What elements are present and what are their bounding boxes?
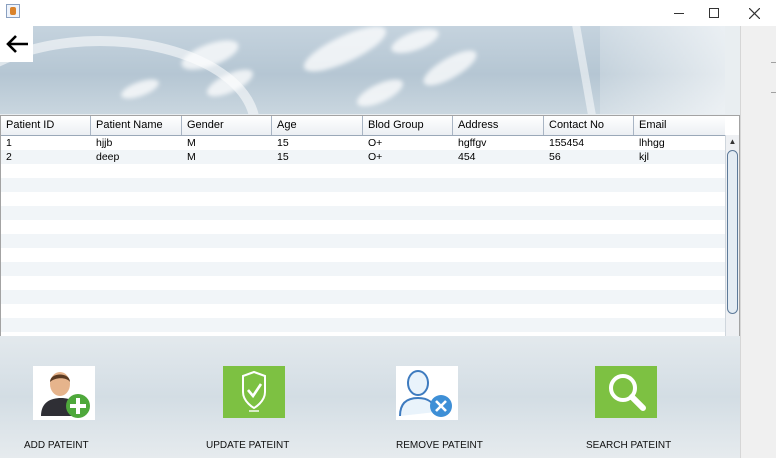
back-button[interactable] (0, 26, 33, 62)
scroll-up-icon[interactable]: ▲ (726, 136, 739, 148)
window-edge (740, 26, 776, 458)
add-user-icon (33, 366, 95, 420)
update-patient-label[interactable]: UPDATE PATEINT (206, 440, 289, 451)
column-header-age[interactable]: Age (272, 116, 363, 135)
patient-table: Patient ID Patient Name Gender Age Blod … (0, 115, 740, 361)
cell-blood-group: O+ (368, 151, 383, 163)
table-row[interactable]: 1 hjjb M 15 O+ hgffgv 155454 lhhgg (1, 136, 725, 150)
cell-address: hgffgv (458, 137, 487, 149)
remove-patient-button[interactable] (396, 366, 458, 420)
java-app-icon (6, 4, 20, 18)
close-button[interactable] (735, 0, 773, 26)
empty-row (1, 262, 725, 276)
column-header-blood-group[interactable]: Blod Group (363, 116, 453, 135)
column-header-email[interactable]: Email (634, 116, 725, 135)
cell-contact-no: 56 (549, 151, 561, 163)
close-icon (748, 7, 760, 19)
empty-row (1, 234, 725, 248)
scrollbar-thumb[interactable] (727, 150, 738, 314)
arrow-left-icon (5, 35, 28, 53)
column-header-patient-name[interactable]: Patient Name (91, 116, 182, 135)
add-patient-label[interactable]: ADD PATEINT (24, 440, 89, 451)
empty-row (1, 304, 725, 318)
empty-row (1, 248, 725, 262)
column-header-contact-no[interactable]: Contact No (544, 116, 634, 135)
minimize-icon (674, 13, 684, 14)
remove-user-icon (396, 366, 458, 420)
search-icon (595, 366, 657, 418)
main-panel: Patient ID Patient Name Gender Age Blod … (0, 26, 740, 458)
empty-row (1, 290, 725, 304)
update-check-icon (223, 366, 285, 418)
update-patient-button[interactable] (223, 366, 285, 418)
header-banner-image (0, 26, 725, 114)
remove-patient-label[interactable]: REMOVE PATEINT (396, 440, 483, 451)
cell-patient-name: hjjb (96, 137, 113, 149)
cell-contact-no: 155454 (549, 137, 585, 149)
maximize-icon (709, 8, 719, 18)
empty-row (1, 178, 725, 192)
vertical-scrollbar[interactable]: ▲ ▼ (725, 135, 739, 360)
action-panel: ADD PATEINT UPDATE PATEINT REMOVE PATEIN… (0, 336, 740, 458)
column-header-gender[interactable]: Gender (182, 116, 272, 135)
minimize-button[interactable] (660, 0, 698, 26)
title-bar (0, 0, 776, 26)
cell-address: 454 (458, 151, 476, 163)
cell-blood-group: O+ (368, 137, 383, 149)
empty-row (1, 220, 725, 234)
cell-gender: M (187, 151, 196, 163)
empty-row (1, 192, 725, 206)
empty-row (1, 206, 725, 220)
maximize-button[interactable] (695, 0, 733, 26)
search-patient-label[interactable]: SEARCH PATEINT (586, 440, 671, 451)
cell-email: lhhgg (639, 137, 665, 149)
add-patient-button[interactable] (33, 366, 95, 420)
table-body: 1 hjjb M 15 O+ hgffgv 155454 lhhgg 2 dee… (1, 136, 725, 360)
column-header-patient-id[interactable]: Patient ID (1, 116, 91, 135)
empty-row (1, 164, 725, 178)
cell-patient-id: 1 (6, 137, 12, 149)
cell-patient-id: 2 (6, 151, 12, 163)
search-patient-button[interactable] (595, 366, 657, 418)
column-header-address[interactable]: Address (453, 116, 544, 135)
empty-row (1, 318, 725, 332)
cell-gender: M (187, 137, 196, 149)
table-header: Patient ID Patient Name Gender Age Blod … (1, 116, 725, 136)
table-row[interactable]: 2 deep M 15 O+ 454 56 kjl (1, 150, 725, 164)
empty-row (1, 276, 725, 290)
cell-age: 15 (277, 151, 289, 163)
cell-patient-name: deep (96, 151, 120, 163)
cell-age: 15 (277, 137, 289, 149)
cell-email: kjl (639, 151, 649, 163)
